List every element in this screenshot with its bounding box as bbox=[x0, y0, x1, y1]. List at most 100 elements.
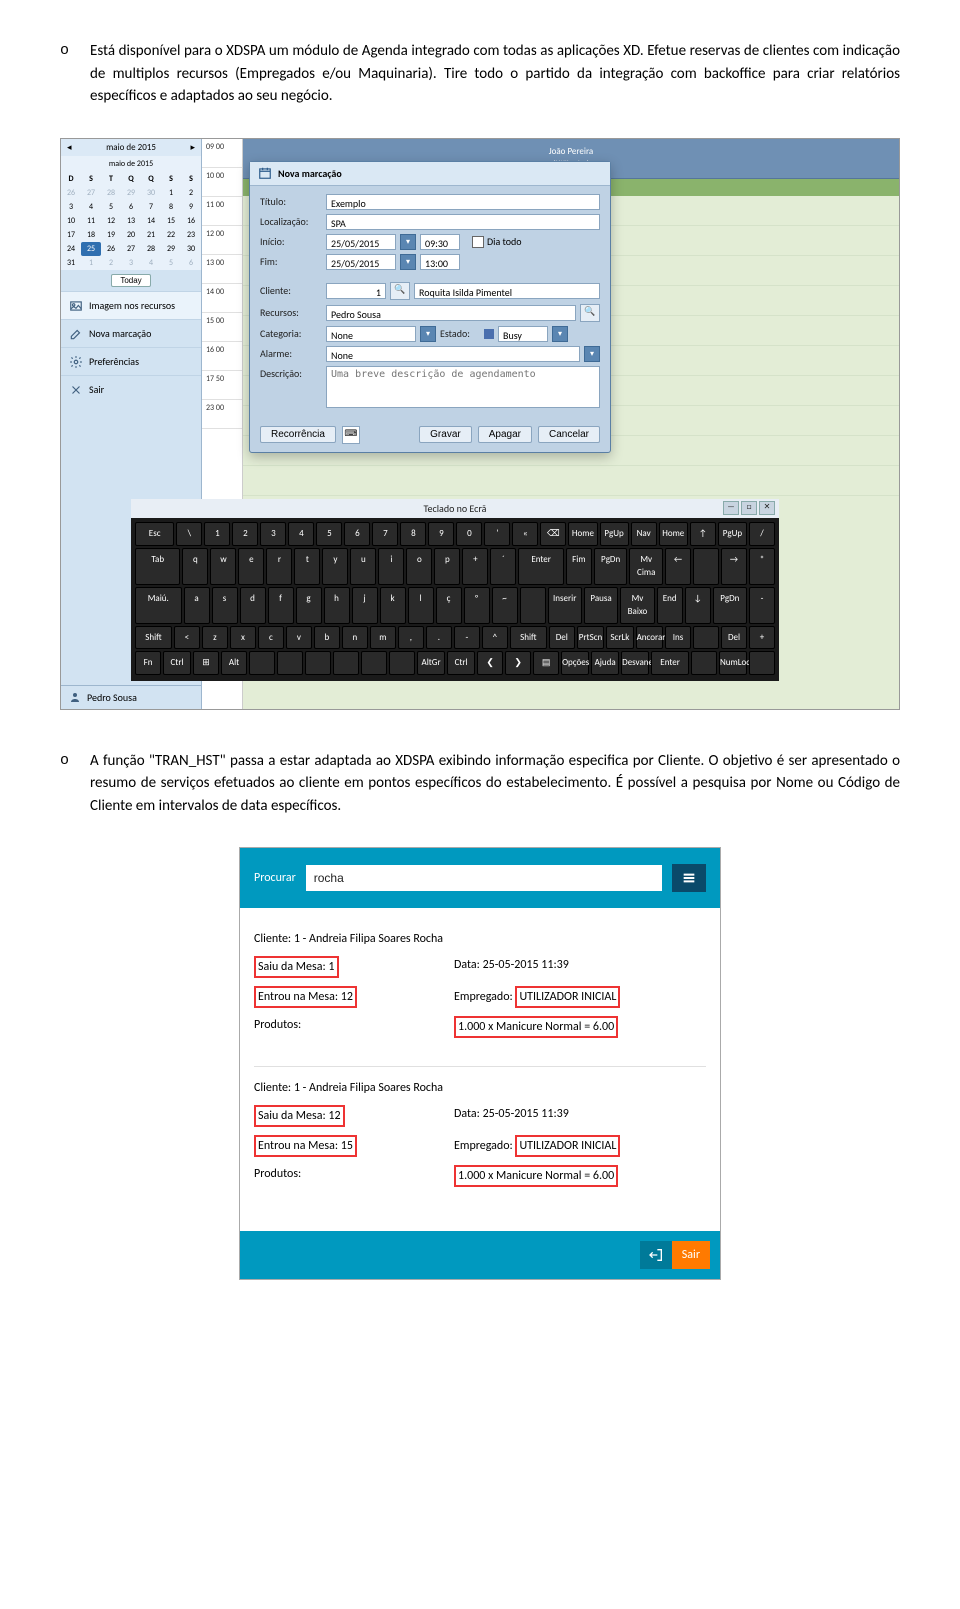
osk-key[interactable]: k bbox=[380, 587, 406, 624]
minimize-icon[interactable]: — bbox=[723, 501, 739, 515]
osk-key[interactable]: Enter bbox=[651, 651, 689, 675]
osk-key[interactable]: . bbox=[426, 626, 452, 650]
cal-day[interactable]: 23 bbox=[181, 228, 201, 242]
osk-key[interactable]: w bbox=[210, 548, 236, 585]
exit-icon-button[interactable] bbox=[640, 1241, 672, 1269]
fld-fim-data[interactable]: 25/05/2015 bbox=[326, 254, 396, 270]
dropdown-icon[interactable]: ▾ bbox=[584, 346, 600, 362]
osk-key[interactable]: « bbox=[512, 522, 538, 546]
cal-day[interactable]: 16 bbox=[181, 214, 201, 228]
osk-key[interactable]: a bbox=[184, 587, 210, 624]
cal-day[interactable]: 5 bbox=[101, 200, 121, 214]
osk-key[interactable]: t bbox=[294, 548, 320, 585]
cal-day[interactable]: 26 bbox=[101, 242, 121, 256]
osk-key[interactable] bbox=[389, 651, 415, 675]
osk-key[interactable]: \ bbox=[176, 522, 202, 546]
osk-key[interactable]: Alt bbox=[221, 651, 247, 675]
osk-key[interactable]: q bbox=[182, 548, 208, 585]
cal-day[interactable]: 17 bbox=[61, 228, 81, 242]
cal-day[interactable]: 27 bbox=[121, 242, 141, 256]
fld-inicio-hora[interactable]: 09:30 bbox=[420, 234, 460, 250]
osk-key[interactable]: Mv Baixo bbox=[620, 587, 654, 624]
osk-key[interactable]: PgUp bbox=[718, 522, 747, 546]
osk-key[interactable]: End bbox=[657, 587, 683, 624]
osk-key[interactable]: ▤ bbox=[533, 651, 559, 675]
cal-day[interactable]: 6 bbox=[181, 256, 201, 270]
cal-day[interactable]: 4 bbox=[141, 256, 161, 270]
osk-key[interactable]: l bbox=[408, 587, 434, 624]
cal-day[interactable]: 15 bbox=[161, 214, 181, 228]
osk-key[interactable]: ↑ bbox=[690, 522, 716, 546]
sidebar-item-nova[interactable]: Nova marcação bbox=[61, 319, 201, 347]
osk-key[interactable]: b bbox=[314, 626, 340, 650]
osk-key[interactable]: Mv Cima bbox=[629, 548, 663, 585]
osk-key[interactable]: ↓ bbox=[685, 587, 711, 624]
dropdown-icon[interactable]: ▾ bbox=[420, 326, 436, 342]
osk-key[interactable]: f bbox=[268, 587, 294, 624]
osk-key[interactable]: Opções bbox=[561, 651, 589, 675]
cal-day[interactable]: 30 bbox=[181, 242, 201, 256]
osk-key[interactable]: s bbox=[212, 587, 238, 624]
osk-key[interactable]: ' bbox=[484, 522, 510, 546]
chk-diatodo[interactable]: Dia todo bbox=[472, 234, 522, 249]
cal-day[interactable]: 3 bbox=[61, 200, 81, 214]
search-input[interactable] bbox=[306, 865, 662, 891]
cal-day[interactable]: 18 bbox=[81, 228, 101, 242]
osk-key[interactable]: ⌫ bbox=[540, 522, 566, 546]
cal-day[interactable]: 8 bbox=[161, 200, 181, 214]
cal-day[interactable]: 9 bbox=[181, 200, 201, 214]
osk-key[interactable]: g bbox=[296, 587, 322, 624]
osk-key[interactable]: Fn bbox=[135, 651, 161, 675]
cal-day[interactable]: 30 bbox=[141, 186, 161, 200]
osk-key[interactable]: Esc bbox=[135, 522, 174, 546]
fld-fim-hora[interactable]: 13:00 bbox=[420, 254, 460, 270]
osk-key[interactable]: ❮ bbox=[477, 651, 503, 675]
search-go-button[interactable] bbox=[672, 864, 706, 892]
osk-key[interactable] bbox=[693, 626, 719, 650]
next-month-icon[interactable]: ▸ bbox=[190, 141, 195, 155]
osk-key[interactable]: Ajuda bbox=[591, 651, 619, 675]
osk-key[interactable]: + bbox=[462, 548, 488, 585]
osk-key[interactable]: ⊞ bbox=[193, 651, 219, 675]
osk-key[interactable] bbox=[691, 651, 717, 675]
today-button[interactable]: Today bbox=[111, 274, 150, 287]
cancelar-button[interactable]: Cancelar bbox=[538, 426, 600, 443]
osk-key[interactable]: NumLock bbox=[719, 651, 747, 675]
cal-day[interactable]: 29 bbox=[121, 186, 141, 200]
osk-key[interactable]: ← bbox=[665, 548, 691, 585]
osk-key[interactable]: - bbox=[454, 626, 480, 650]
slot-row[interactable] bbox=[243, 466, 899, 496]
cal-day[interactable]: 21 bbox=[141, 228, 161, 242]
osk-key[interactable]: Tab bbox=[135, 548, 180, 585]
osk-key[interactable]: 5 bbox=[316, 522, 342, 546]
gravar-button[interactable]: Gravar bbox=[419, 426, 472, 443]
cal-day[interactable]: 27 bbox=[81, 186, 101, 200]
cal-day[interactable]: 12 bbox=[101, 214, 121, 228]
osk-key[interactable]: Del bbox=[549, 626, 575, 650]
osk-key[interactable]: AltGr bbox=[417, 651, 445, 675]
osk-key[interactable]: 6 bbox=[344, 522, 370, 546]
osk-key[interactable]: ~ bbox=[492, 587, 518, 624]
osk-key[interactable]: Enter bbox=[518, 548, 563, 585]
osk-key[interactable]: r bbox=[266, 548, 292, 585]
osk-key[interactable]: * bbox=[749, 548, 775, 585]
search-icon[interactable]: 🔍 bbox=[580, 304, 600, 322]
osk-key[interactable]: 2 bbox=[232, 522, 258, 546]
cal-day[interactable]: 25 bbox=[81, 242, 101, 256]
cal-day[interactable]: 2 bbox=[181, 186, 201, 200]
sair-button[interactable]: Sair bbox=[672, 1241, 710, 1269]
cal-day[interactable]: 24 bbox=[61, 242, 81, 256]
osk-key[interactable]: , bbox=[398, 626, 424, 650]
osk-key[interactable]: n bbox=[342, 626, 368, 650]
osk-key[interactable] bbox=[693, 548, 719, 585]
dropdown-icon[interactable]: ▾ bbox=[400, 254, 416, 270]
osk-key[interactable] bbox=[749, 651, 775, 675]
osk-key[interactable]: m bbox=[370, 626, 396, 650]
cal-day[interactable]: 11 bbox=[81, 214, 101, 228]
fld-inicio-data[interactable]: 25/05/2015 bbox=[326, 234, 396, 250]
dropdown-icon[interactable]: ▾ bbox=[400, 234, 416, 250]
osk-key[interactable]: Maiú. bbox=[135, 587, 182, 624]
osk-key[interactable]: z bbox=[202, 626, 228, 650]
osk-key[interactable]: + bbox=[749, 626, 775, 650]
osk-key[interactable]: d bbox=[240, 587, 266, 624]
